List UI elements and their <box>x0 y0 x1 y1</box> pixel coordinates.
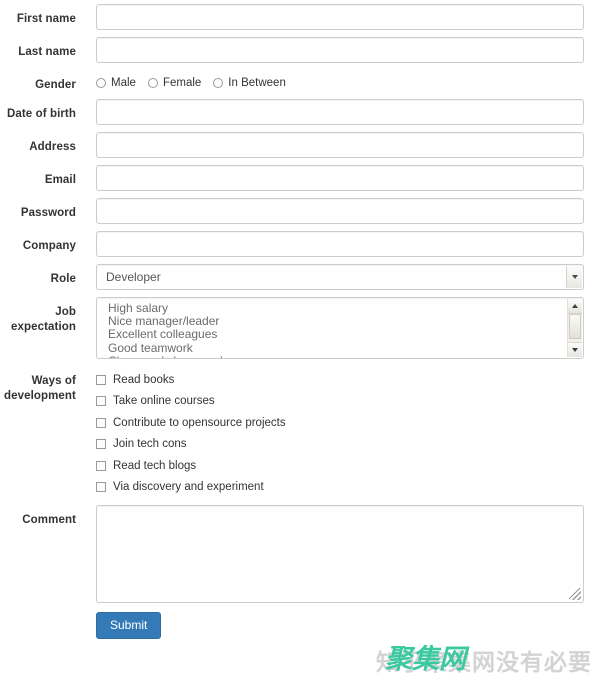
field-last-name <box>76 37 600 63</box>
checkbox-read-tech-blogs[interactable]: Read tech blogs <box>96 455 584 476</box>
label-job-expectation-line2: expectation <box>10 321 76 333</box>
form-row-role: Role Developer <box>0 264 600 290</box>
comment-textarea[interactable] <box>96 505 584 603</box>
form-row-date-of-birth: Date of birth <box>0 99 600 125</box>
field-job-expectation: High salary Nice manager/leader Excellen… <box>76 297 600 359</box>
watermark-green-text: 聚集网 <box>385 644 466 674</box>
form-row-ways-of-development: Ways of development Read books Take onli… <box>0 366 600 498</box>
list-item[interactable]: Good teamwork <box>108 341 583 355</box>
gender-option-in-between[interactable]: In Between <box>213 77 286 89</box>
address-input[interactable] <box>96 132 584 158</box>
list-item[interactable]: Excellent colleagues <box>108 328 583 341</box>
date-of-birth-input[interactable] <box>96 99 584 125</box>
label-password: Password <box>20 207 76 219</box>
checkbox-join-tech-cons[interactable]: Join tech cons <box>96 434 584 455</box>
gender-option-female[interactable]: Female <box>147 77 202 89</box>
checkbox-label: Take online courses <box>113 395 215 407</box>
field-password <box>76 198 600 224</box>
email-input[interactable] <box>96 165 584 191</box>
first-name-input[interactable] <box>96 4 584 30</box>
label-ways-line1: Ways of <box>31 375 76 387</box>
form-row-gender: Gender Male Female In Between <box>0 70 600 92</box>
role-select[interactable]: Developer <box>96 264 584 290</box>
checkbox-via-discovery[interactable]: Via discovery and experiment <box>96 477 584 498</box>
form-row-company: Company <box>0 231 600 257</box>
watermark-gray-text: 知乎聚集网没有必要 <box>376 649 592 675</box>
field-email <box>76 165 600 191</box>
checkbox-icon <box>96 482 106 492</box>
gender-option-male[interactable]: Male <box>96 77 136 89</box>
label-company: Company <box>22 240 76 252</box>
checkbox-label: Read tech blogs <box>113 459 197 472</box>
scroll-up-button[interactable] <box>568 299 582 314</box>
field-role: Developer <box>76 264 600 290</box>
label-address: Address <box>29 141 76 153</box>
job-expectation-options: High salary Nice manager/leader Excellen… <box>97 298 583 358</box>
label-gender: Gender <box>35 79 76 91</box>
checkbox-label: Via discovery and experiment <box>113 481 264 493</box>
form-row-first-name: First name <box>0 4 600 30</box>
field-gender: Male Female In Between <box>76 70 600 89</box>
registration-form: First name Last name Gender Male Female <box>0 0 600 639</box>
form-row-email: Email <box>0 165 600 191</box>
checkbox-icon <box>96 396 106 406</box>
checkbox-read-books[interactable]: Read books <box>96 369 584 390</box>
field-date-of-birth <box>76 99 600 125</box>
checkbox-icon <box>96 439 106 449</box>
label-job-expectation-line1: Job <box>55 306 76 318</box>
ways-checkbox-list: Read books Take online courses Contribut… <box>96 366 584 498</box>
triangle-up-icon <box>572 304 578 308</box>
label-email: Email <box>44 174 76 186</box>
checkbox-icon <box>96 374 106 385</box>
label-ways-of-development: Ways of development <box>0 366 76 404</box>
form-row-last-name: Last name <box>0 37 600 63</box>
label-ways-line2: development <box>3 390 76 402</box>
label-comment: Comment <box>22 514 76 526</box>
label-first-name: First name <box>16 13 76 25</box>
form-row-password: Password <box>0 198 600 224</box>
job-expectation-listbox[interactable]: High salary Nice manager/leader Excellen… <box>96 297 584 359</box>
listbox-scrollbar[interactable] <box>567 299 582 357</box>
label-job-expectation: Job expectation <box>0 297 76 335</box>
company-input[interactable] <box>96 231 584 257</box>
gender-radio-group: Male Female In Between <box>96 70 584 89</box>
checkbox-icon <box>96 460 106 471</box>
field-first-name <box>76 4 600 30</box>
radio-icon <box>96 78 106 88</box>
form-row-job-expectation: Job expectation High salary Nice manager… <box>0 297 600 359</box>
form-row-comment: Comment <box>0 505 600 603</box>
radio-icon <box>213 78 224 88</box>
gender-option-in-between-label: In Between <box>228 77 286 89</box>
checkbox-label: Read books <box>113 373 175 386</box>
checkbox-contribute-opensource[interactable]: Contribute to opensource projects <box>96 412 584 433</box>
gender-option-female-label: Female <box>162 77 202 89</box>
last-name-input[interactable] <box>96 37 584 63</box>
submit-button[interactable]: Submit <box>96 612 162 639</box>
scrollbar-thumb[interactable] <box>569 314 581 339</box>
field-comment <box>76 505 600 603</box>
chevron-down-icon <box>571 275 578 279</box>
scroll-down-button[interactable] <box>568 342 582 357</box>
select-dropdown-button[interactable] <box>566 266 582 288</box>
password-input[interactable] <box>96 198 584 224</box>
label-last-name: Last name <box>18 46 76 58</box>
form-row-address: Address <box>0 132 600 158</box>
checkbox-label: Join tech cons <box>113 438 187 450</box>
role-select-value: Developer <box>106 270 161 284</box>
submit-row: Submit <box>0 612 600 639</box>
resize-handle-icon[interactable] <box>569 588 581 600</box>
triangle-down-icon <box>572 348 578 352</box>
list-item[interactable]: Charp and sharp work <box>108 354 583 358</box>
checkbox-label: Contribute to opensource projects <box>113 416 286 429</box>
field-ways-of-development: Read books Take online courses Contribut… <box>76 366 600 498</box>
label-role: Role <box>50 273 76 285</box>
field-company <box>76 231 600 257</box>
gender-option-male-label: Male <box>111 77 136 89</box>
checkbox-icon <box>96 417 106 428</box>
label-date-of-birth: Date of birth <box>6 108 76 120</box>
field-address <box>76 132 600 158</box>
checkbox-take-online-courses[interactable]: Take online courses <box>96 391 584 412</box>
radio-icon <box>147 78 158 88</box>
